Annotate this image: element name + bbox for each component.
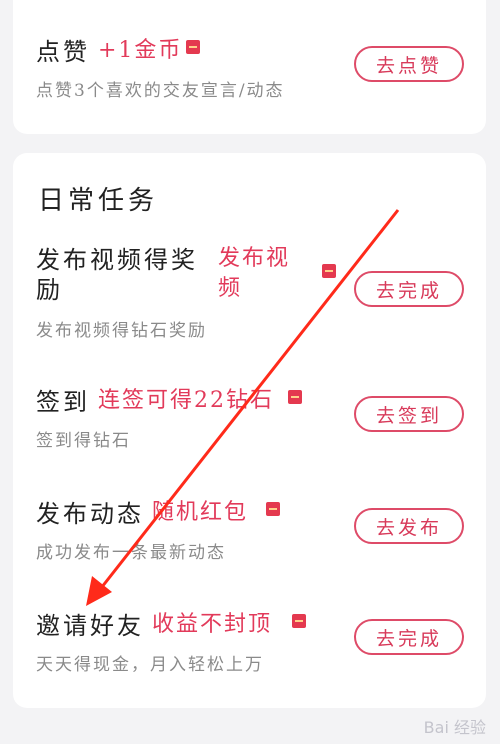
red-envelope-icon [322,264,336,278]
publish-post-button[interactable]: 去发布 [354,508,464,544]
task-description: 签到得钻石 [36,431,131,451]
red-envelope-icon [186,40,200,54]
red-envelope-icon [288,390,302,404]
task-reward: 连签可得22钻石 [98,388,274,413]
task-title: 邀请好友 [36,612,144,640]
task-title: 签到 [36,388,90,416]
like-button[interactable]: 去点赞 [354,46,464,82]
task-reward: 随机红包 [152,500,249,525]
task-description: 发布视频得钻石奖励 [36,321,207,341]
task-reward-line2: 频 [218,276,243,301]
red-envelope-icon [266,502,280,516]
task-description: 成功发布一条最新动态 [36,543,226,563]
task-description: 点赞3个喜欢的交友宣言/动态 [36,81,285,101]
sign-in-button[interactable]: 去签到 [354,396,464,432]
task-reward: 收益不封顶 [152,612,273,637]
task-title: 发布动态 [36,500,144,528]
complete-video-button[interactable]: 去完成 [354,271,464,307]
task-reward: +1金币 [98,38,183,63]
task-title-line2: 励 [36,276,63,304]
task-title: 点赞 [36,38,90,66]
task-reward: 发布视 [218,246,291,271]
task-description: 天天得现金，月入轻松上万 [36,655,264,675]
watermark: Bai 经验 [423,718,486,737]
invite-friends-button[interactable]: 去完成 [354,619,464,655]
section-title: 日常任务 [38,186,159,216]
red-envelope-icon [292,614,306,628]
